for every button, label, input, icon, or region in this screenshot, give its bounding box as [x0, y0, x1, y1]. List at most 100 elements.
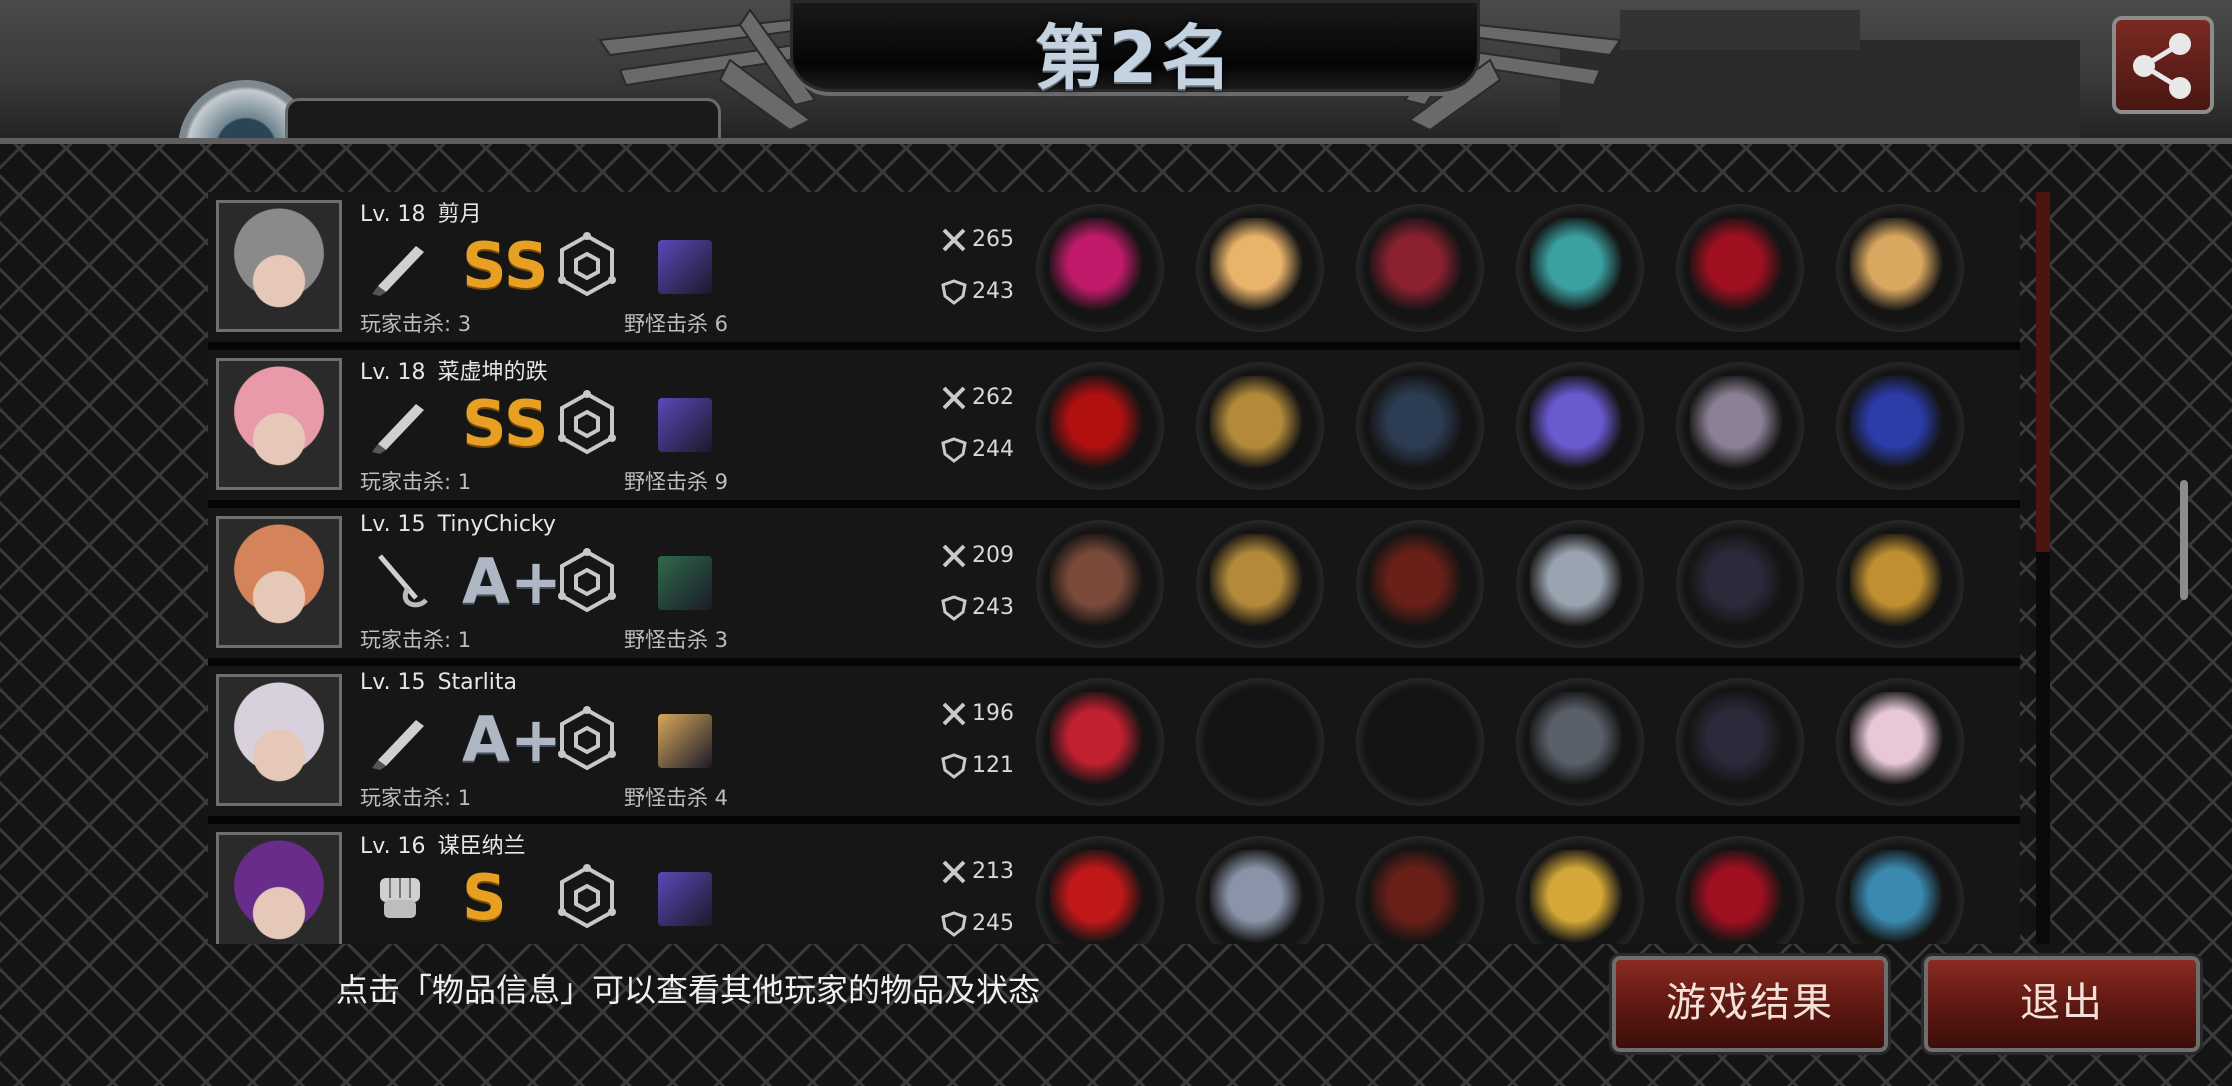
attack-stat: 196	[940, 700, 1014, 728]
defense-stat: 243	[940, 278, 1014, 306]
rank-title: 第2名	[1034, 17, 1236, 99]
exit-button[interactable]: 退出	[1924, 956, 2200, 1052]
attack-value: 265	[972, 227, 1014, 252]
list-scrollbar[interactable]	[2036, 192, 2050, 944]
defense-stat: 245	[940, 910, 1014, 938]
equipment-slot[interactable]	[1036, 204, 1164, 332]
equipment-item-icon	[1530, 534, 1630, 634]
player-name: 谋臣纳兰	[437, 834, 526, 859]
player-level-name: Lv. 15 Starlita	[360, 670, 517, 695]
shield-icon	[941, 279, 967, 305]
player-kills: 玩家击杀: 1	[360, 470, 472, 494]
player-avatar	[216, 832, 342, 944]
equipment-slot[interactable]	[1356, 204, 1484, 332]
empty-equipment-slot[interactable]	[1196, 678, 1324, 806]
equipment-item-icon	[1690, 850, 1790, 944]
player-list[interactable]: Lv. 18 剪月 SS 玩家击杀: 3 野怪击杀 6 265 243 Lv. 18 菜虚坤的跌…	[208, 192, 2020, 944]
equipment-slot[interactable]	[1356, 520, 1484, 648]
list-scrollbar-thumb[interactable]	[2036, 192, 2050, 552]
defense-stat: 244	[940, 436, 1014, 464]
crossed-swords-icon	[942, 386, 966, 410]
empty-equipment-slot[interactable]	[1356, 678, 1484, 806]
equipment-slot[interactable]	[1676, 520, 1804, 648]
equipment-slot[interactable]	[1036, 836, 1164, 944]
game-result-button[interactable]: 游戏结果	[1612, 956, 1888, 1052]
rank-title-plate: 第2名	[790, 0, 1480, 99]
equipment-item-icon	[1050, 376, 1150, 476]
hexagon-icon	[558, 706, 616, 771]
player-level: Lv. 15	[360, 670, 426, 695]
material-item-icon[interactable]	[658, 556, 712, 610]
material-item-icon[interactable]	[658, 398, 712, 452]
equipment-slot[interactable]	[1516, 362, 1644, 490]
defense-value: 244	[972, 437, 1014, 462]
side-scroll-indicator	[2180, 480, 2188, 600]
equipment-item-icon	[1210, 218, 1310, 318]
equipment-slot[interactable]	[1036, 678, 1164, 806]
knife-icon	[372, 720, 424, 770]
crossed-swords-icon	[942, 860, 966, 884]
shield-icon	[941, 753, 967, 779]
share-icon	[2133, 33, 2191, 99]
player-avatar	[216, 516, 342, 648]
hexagon-icon	[558, 548, 616, 613]
material-item-icon[interactable]	[658, 240, 712, 294]
player-name: 剪月	[437, 202, 482, 227]
equipment-slot[interactable]	[1836, 836, 1964, 944]
equipment-slot[interactable]	[1196, 520, 1324, 648]
equipment-slot[interactable]	[1356, 836, 1484, 944]
equipment-slot[interactable]	[1356, 362, 1484, 490]
equipment-slot[interactable]	[1836, 520, 1964, 648]
equipment-item-icon	[1850, 534, 1950, 634]
equipment-slot[interactable]	[1196, 836, 1324, 944]
equipment-slot[interactable]	[1196, 204, 1324, 332]
equipment-slot[interactable]	[1836, 678, 1964, 806]
equipment-slot[interactable]	[1676, 204, 1804, 332]
shield-icon	[941, 911, 967, 937]
monster-kills: 野怪击杀 3	[624, 628, 729, 652]
equipment-slot[interactable]	[1676, 678, 1804, 806]
equipment-slot[interactable]	[1836, 204, 1964, 332]
player-row[interactable]: Lv. 18 剪月 SS 玩家击杀: 3 野怪击杀 6 265 243	[208, 192, 2020, 342]
player-grade: S	[462, 861, 507, 934]
player-name: TinyChicky	[437, 512, 556, 537]
equipment-item-icon	[1530, 376, 1630, 476]
equipment-item-icon	[1530, 850, 1630, 944]
equipment-slot[interactable]	[1516, 836, 1644, 944]
hexagon-icon	[558, 390, 616, 455]
equipment-slot[interactable]	[1516, 520, 1644, 648]
equipment-slot[interactable]	[1196, 362, 1324, 490]
equipment-slot[interactable]	[1036, 520, 1164, 648]
player-grade: A+	[462, 703, 562, 776]
player-kills: 玩家击杀: 3	[360, 312, 472, 336]
attack-stat: 265	[940, 226, 1014, 254]
equipment-item-icon	[1050, 692, 1150, 792]
share-button[interactable]	[2112, 16, 2214, 114]
material-item-icon[interactable]	[658, 872, 712, 926]
monster-kills: 野怪击杀 6	[624, 312, 729, 336]
attack-stat: 262	[940, 384, 1014, 412]
equipment-slot[interactable]	[1516, 678, 1644, 806]
equipment-slot[interactable]	[1836, 362, 1964, 490]
player-row[interactable]: Lv. 15 TinyChicky A+ 玩家击杀: 1 野怪击杀 3 209 243	[208, 508, 2020, 658]
player-row[interactable]: Lv. 15 Starlita A+ 玩家击杀: 1 野怪击杀 4 196 121	[208, 666, 2020, 816]
player-level: Lv. 18	[360, 202, 426, 227]
player-row[interactable]: Lv. 18 菜虚坤的跌 SS 玩家击杀: 1 野怪击杀 9 262 244	[208, 350, 2020, 500]
equipment-item-icon	[1370, 534, 1470, 634]
material-item-icon[interactable]	[658, 714, 712, 768]
equipment-slot[interactable]	[1676, 362, 1804, 490]
hexagon-icon	[558, 864, 616, 929]
player-row[interactable]: Lv. 16 谋臣纳兰 S 213 245	[208, 824, 2020, 944]
player-level: Lv. 18	[360, 360, 426, 385]
player-kills: 玩家击杀: 1	[360, 628, 472, 652]
equipment-slot[interactable]	[1036, 362, 1164, 490]
equipment-slot[interactable]	[1516, 204, 1644, 332]
equipment-slot[interactable]	[1676, 836, 1804, 944]
knife-icon	[372, 246, 424, 296]
knife-icon	[372, 404, 424, 454]
player-name: 菜虚坤的跌	[437, 360, 548, 385]
player-name: Starlita	[437, 670, 518, 695]
player-grade: A+	[462, 545, 562, 618]
attack-value: 209	[972, 543, 1014, 568]
crossed-swords-icon	[942, 702, 966, 726]
